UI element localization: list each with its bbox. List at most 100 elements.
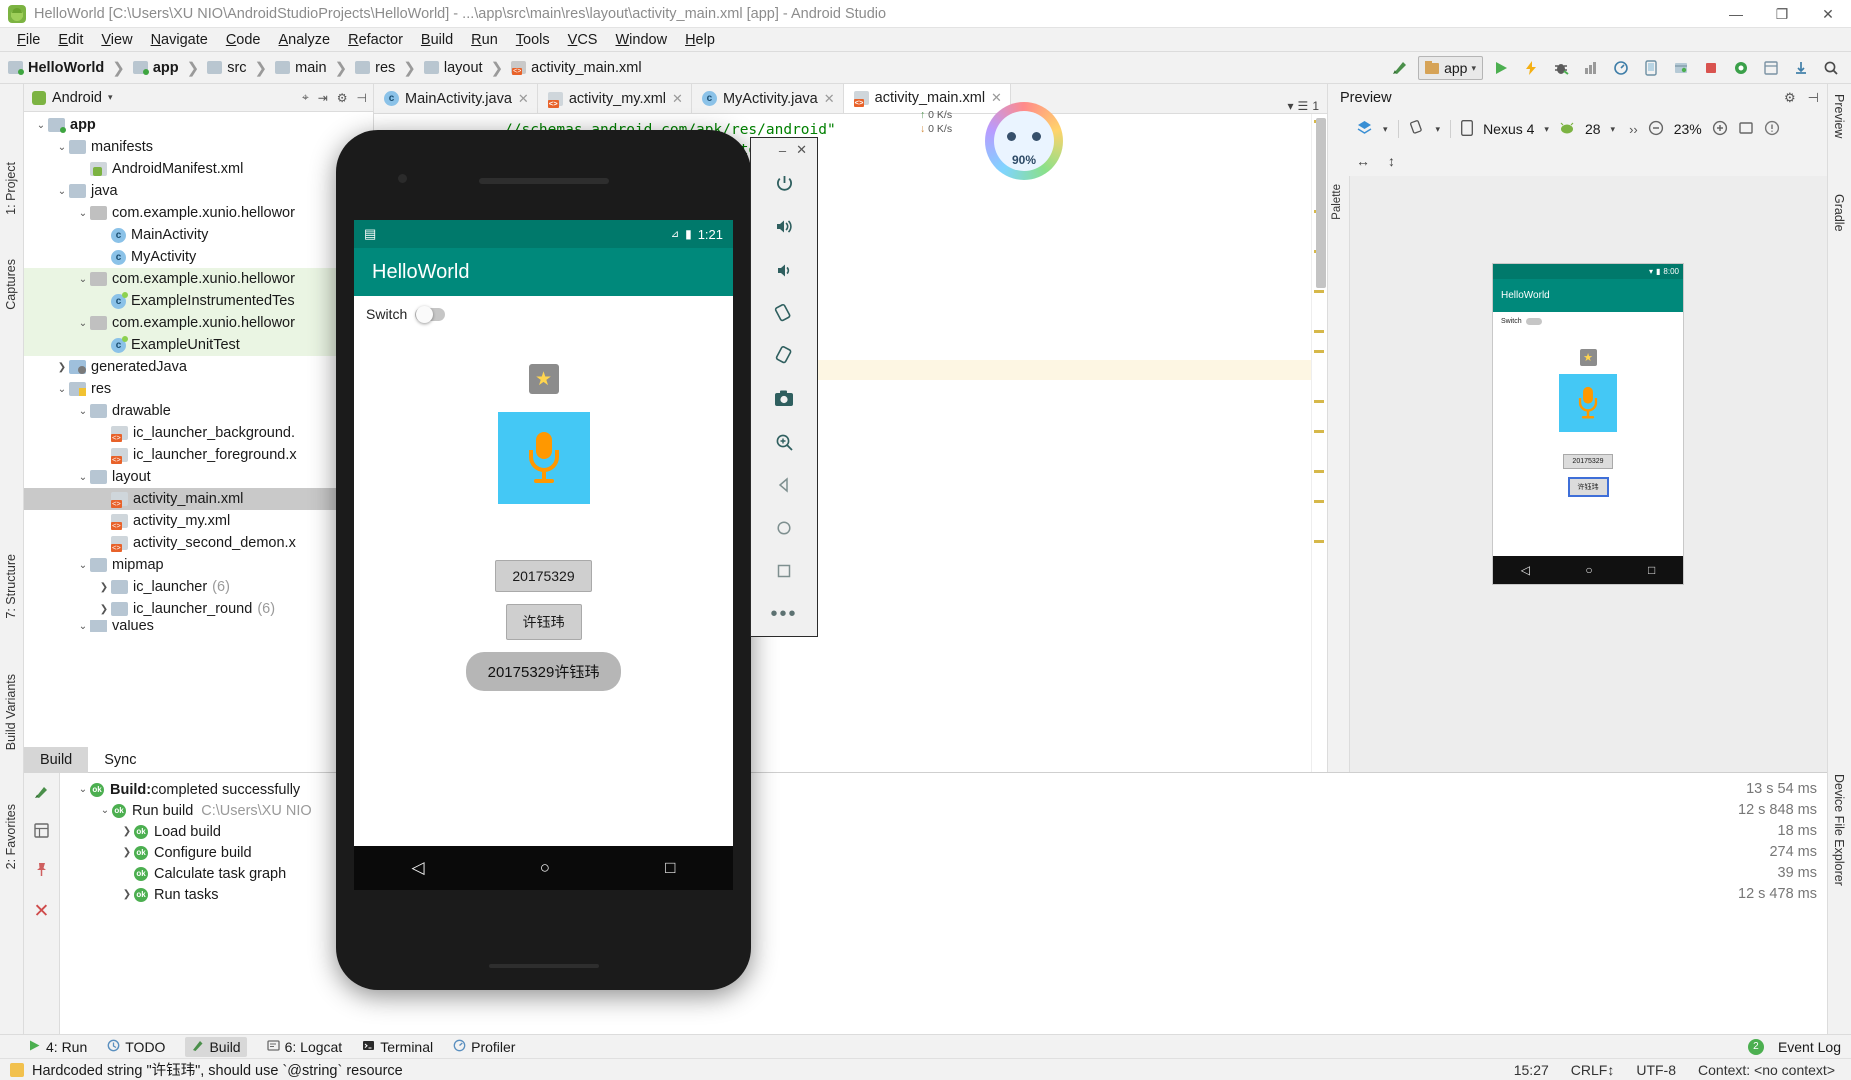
menu-item-view[interactable]: View <box>92 30 141 50</box>
tree-row[interactable]: ⌄ app <box>24 114 373 136</box>
overview-icon[interactable]: □ <box>665 858 675 878</box>
menu-item-tools[interactable]: Tools <box>507 30 559 50</box>
chevron-down-icon[interactable]: ⌄ <box>76 472 90 483</box>
tree-row[interactable]: AndroidManifest.xml <box>24 158 373 180</box>
layout-inspector-icon[interactable] <box>1729 56 1753 80</box>
breadcrumb-item-layout[interactable]: layout <box>423 60 483 76</box>
tree-row[interactable]: ⌄ values <box>24 620 373 632</box>
menu-item-code[interactable]: Code <box>217 30 270 50</box>
api-level-selector[interactable]: 28 <box>1585 121 1601 137</box>
chevron-right-icon[interactable]: ❯ <box>97 604 111 615</box>
rotate-right-icon[interactable] <box>750 335 818 378</box>
app-button-1[interactable]: 20175329 <box>495 560 592 592</box>
chevron-right-icon[interactable]: ❯ <box>97 582 111 593</box>
pin-icon[interactable] <box>33 861 50 882</box>
overview-icon[interactable] <box>750 550 818 593</box>
status-tool-profiler[interactable]: Profiler <box>453 1039 515 1055</box>
tree-row[interactable]: ⌄ java <box>24 180 373 202</box>
chevron-down-icon[interactable]: ▾ <box>108 92 113 103</box>
chevron-right-icon[interactable]: ❯ <box>120 826 134 837</box>
camera-icon[interactable] <box>750 378 818 421</box>
network-speed-widget[interactable]: ↑ 0 K/s ↓ 0 K/s <box>920 108 980 148</box>
line-separator-indicator[interactable]: CRLF↕ <box>1571 1062 1615 1078</box>
status-tool-terminal[interactable]: Terminal <box>362 1039 433 1055</box>
build-log-row[interactable]: ok Calculate task graph <box>68 863 1827 884</box>
preview-device-render[interactable]: ▾ ▮ 8:00 HelloWorld Switch ★ 20175329 许钰… <box>1493 264 1683 584</box>
chevron-down-icon[interactable]: ⌄ <box>55 142 69 153</box>
tree-row[interactable]: activity_main.xml <box>24 488 373 510</box>
chevron-down-icon[interactable]: ⌄ <box>55 186 69 197</box>
tree-row[interactable]: ❯ ic_launcher_round (6) <box>24 598 373 620</box>
vcs-update-icon[interactable] <box>1789 56 1813 80</box>
build-log-row[interactable]: ⌄ ok Run build C:\Users\XU NIO <box>68 800 1827 821</box>
chevron-right-icon[interactable]: ❯ <box>120 889 134 900</box>
zoom-in-icon[interactable] <box>1712 120 1728 139</box>
chevron-down-icon[interactable]: ⌄ <box>76 784 90 795</box>
project-view-label[interactable]: Android <box>52 90 102 106</box>
build-log-row[interactable]: ⌄ ok Build: completed successfully <box>68 779 1827 800</box>
profile-icon[interactable] <box>1579 56 1603 80</box>
status-tool-todo[interactable]: TODO <box>107 1039 165 1055</box>
stop-icon[interactable] <box>1699 56 1723 80</box>
app-switch-toggle[interactable] <box>415 305 446 323</box>
chevron-down-icon[interactable]: ⌄ <box>76 406 90 417</box>
editor-tab-overflow[interactable]: ▾ ☰ 1 <box>1280 99 1327 113</box>
preview-switch[interactable] <box>1525 318 1542 325</box>
close-icon[interactable]: ✕ <box>672 91 683 107</box>
breadcrumb-item-app[interactable]: app <box>132 60 179 76</box>
close-icon[interactable]: ✕ <box>34 900 50 923</box>
warning-count-icon[interactable] <box>1764 120 1780 139</box>
sync-gradle-icon[interactable] <box>1388 56 1412 80</box>
design-mode-icon[interactable] <box>1356 119 1373 139</box>
emulator-screen[interactable]: ▤ ⊿ ▮ 1:21 HelloWorld Switch ★ 20175329 … <box>354 220 733 890</box>
search-icon[interactable] <box>1819 56 1843 80</box>
chevron-down-icon[interactable]: ▾ <box>1383 124 1388 135</box>
chevron-right-icon[interactable]: ❯ <box>55 362 69 373</box>
app-switch-row[interactable]: Switch <box>354 296 733 323</box>
horizontal-constraint-icon[interactable]: ↔ <box>1356 153 1370 169</box>
zoom-icon[interactable] <box>750 421 818 464</box>
preview-button-2[interactable]: 许钰玮 <box>1567 477 1609 497</box>
chevron-down-icon[interactable]: ⌄ <box>76 621 90 632</box>
tree-row[interactable]: ic_launcher_background. <box>24 422 373 444</box>
emulator-nav-bar[interactable]: ◁ ○ □ <box>354 846 733 890</box>
editor-tab-myactivity-java[interactable]: c MyActivity.java ✕ <box>692 84 844 113</box>
rail-item-preview[interactable]: Preview <box>1832 94 1846 138</box>
profiler-monitor-icon[interactable] <box>1609 56 1633 80</box>
tab-list-icon[interactable]: ☰ <box>1298 99 1309 113</box>
menu-item-edit[interactable]: Edit <box>49 30 92 50</box>
chevron-down-icon[interactable]: ▾ <box>1288 99 1294 113</box>
settings-gear-icon[interactable]: ⚙ <box>337 91 348 105</box>
tree-row[interactable]: ⌄ res <box>24 378 373 400</box>
menu-item-navigate[interactable]: Navigate <box>142 30 217 50</box>
debug-icon[interactable] <box>1549 56 1573 80</box>
apply-changes-icon[interactable] <box>1519 56 1543 80</box>
close-button[interactable]: ✕ <box>1805 0 1851 28</box>
chevron-down-icon[interactable]: ⌄ <box>76 560 90 571</box>
menu-item-help[interactable]: Help <box>676 30 724 50</box>
app-button-2[interactable]: 许钰玮 <box>505 604 582 640</box>
preview-button-1[interactable]: 20175329 <box>1563 454 1613 469</box>
build-log-row[interactable]: ❯ ok Load build <box>68 821 1827 842</box>
chevron-down-icon[interactable]: ⌄ <box>34 120 48 131</box>
tree-row[interactable]: MyActivity <box>24 246 373 268</box>
back-icon[interactable]: ◁ <box>412 858 425 878</box>
settings-gear-icon[interactable]: ⚙ <box>1784 90 1796 106</box>
tree-row[interactable]: ⌄ com.example.xunio.hellowor <box>24 202 373 224</box>
chevron-down-icon[interactable]: ⌄ <box>76 274 90 285</box>
tree-row[interactable]: ⌄ com.example.xunio.hellowor <box>24 312 373 334</box>
build-output[interactable]: ⌄ ok Build: completed successfully ⌄ ok Run b… <box>60 773 1827 1034</box>
rail-item-structure[interactable]: 7: Structure <box>4 554 18 619</box>
tree-row[interactable]: activity_second_demon.x <box>24 532 373 554</box>
app-button-3[interactable]: 20175329许钰玮 <box>465 652 622 691</box>
tree-row[interactable]: MainActivity <box>24 224 373 246</box>
tree-row[interactable]: ⌄ com.example.xunio.hellowor <box>24 268 373 290</box>
breadcrumb-item-res[interactable]: res <box>355 60 395 76</box>
tree-row[interactable]: activity_my.xml <box>24 510 373 532</box>
toggle-tasks-icon[interactable] <box>33 822 50 843</box>
breadcrumb-item-activity-main-xml[interactable]: activity_main.xml <box>511 60 642 76</box>
tree-row[interactable]: ⌄ manifests <box>24 136 373 158</box>
tree-row[interactable]: ⌄ drawable <box>24 400 373 422</box>
menu-item-refactor[interactable]: Refactor <box>339 30 412 50</box>
power-icon[interactable] <box>750 162 818 205</box>
